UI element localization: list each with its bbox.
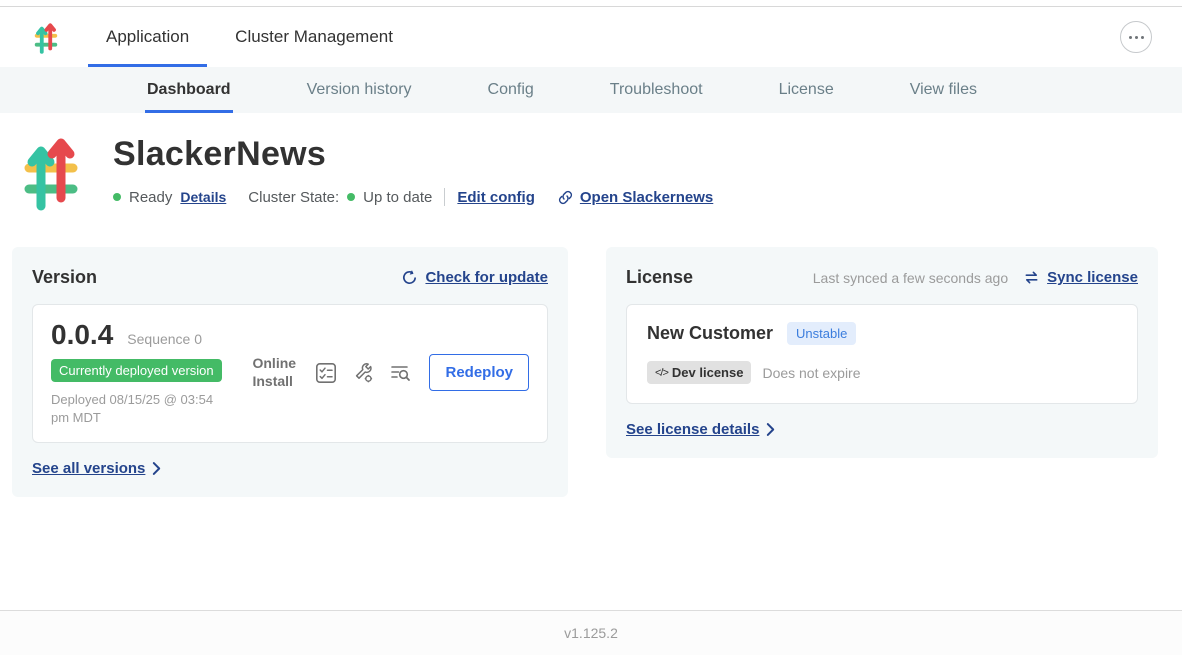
open-app-link-group[interactable]: Open Slackernews: [557, 189, 713, 206]
license-card-title: License: [626, 267, 693, 288]
more-options-button[interactable]: [1120, 21, 1152, 53]
edit-config-link[interactable]: Edit config: [457, 189, 535, 206]
chevron-right-icon: [766, 422, 775, 437]
dot-icon: [1129, 36, 1132, 39]
subnav-item-view-files[interactable]: View files: [908, 67, 979, 113]
see-license-details-group[interactable]: See license details: [626, 421, 1138, 438]
channel-badge: Unstable: [787, 322, 856, 345]
cluster-state-value: Up to date: [363, 189, 432, 206]
version-card-title: Version: [32, 267, 97, 288]
version-actions: Online Install: [252, 354, 529, 391]
status-dot-cluster: [347, 193, 355, 201]
see-all-versions-group[interactable]: See all versions: [32, 460, 548, 477]
deployed-timestamp: Deployed 08/15/25 @ 03:54 pm MDT: [51, 391, 233, 426]
subnav-item-troubleshoot[interactable]: Troubleshoot: [608, 67, 705, 113]
app-logo-large: [22, 133, 80, 211]
view-logs-icon[interactable]: [389, 362, 411, 384]
status-dot-ready: [113, 193, 121, 201]
top-nav-bar: Application Cluster Management: [0, 7, 1182, 67]
deployed-badge: Currently deployed version: [51, 359, 222, 382]
redeploy-button[interactable]: Redeploy: [429, 354, 529, 391]
details-link[interactable]: Details: [180, 189, 226, 205]
dashboard-main: SlackerNews Ready Details Cluster State:…: [0, 113, 1182, 610]
check-update-group[interactable]: Check for update: [401, 269, 548, 286]
license-type-label: Dev license: [672, 365, 744, 380]
chevron-right-icon: [152, 461, 161, 476]
tab-cluster-management[interactable]: Cluster Management: [217, 7, 411, 67]
tab-application[interactable]: Application: [88, 7, 207, 67]
top-nav-tabs: Application Cluster Management: [88, 7, 421, 67]
version-number: 0.0.4: [51, 319, 113, 351]
sync-license-link[interactable]: Sync license: [1047, 269, 1138, 286]
page-title: SlackerNews: [113, 135, 721, 174]
license-type-badge: </> Dev license: [647, 361, 751, 384]
app-header: SlackerNews Ready Details Cluster State:…: [22, 133, 1182, 211]
open-app-link[interactable]: Open Slackernews: [580, 189, 713, 206]
see-all-versions-link[interactable]: See all versions: [32, 460, 145, 477]
divider: [444, 188, 445, 206]
check-for-update-link[interactable]: Check for update: [425, 269, 548, 286]
app-status-text: Ready: [129, 189, 172, 206]
cluster-state-label: Cluster State:: [248, 189, 339, 206]
version-card: Version Check for update 0.0.4 Sequence: [12, 247, 568, 497]
current-version-panel: 0.0.4 Sequence 0 Currently deployed vers…: [32, 304, 548, 443]
license-panel: New Customer Unstable </> Dev license Do…: [626, 304, 1138, 404]
console-footer: v1.125.2: [0, 610, 1182, 655]
subnav-item-config[interactable]: Config: [486, 67, 536, 113]
subnav-item-dashboard[interactable]: Dashboard: [145, 67, 233, 113]
dot-icon: [1141, 36, 1144, 39]
app-logo-icon: [34, 21, 58, 54]
dashboard-cards: Version Check for update 0.0.4 Sequence: [12, 247, 1170, 497]
license-expiration: Does not expire: [762, 365, 860, 381]
version-info: 0.0.4 Sequence 0 Currently deployed vers…: [51, 319, 233, 426]
install-type-label: Online Install: [252, 355, 300, 390]
customer-name: New Customer: [647, 323, 773, 344]
refresh-icon: [401, 269, 418, 286]
subnav-item-license[interactable]: License: [777, 67, 836, 113]
config-wrench-icon[interactable]: [352, 362, 374, 384]
sync-icon: [1023, 269, 1040, 286]
link-icon: [557, 189, 574, 206]
dot-icon: [1135, 36, 1138, 39]
preflight-checks-icon[interactable]: [315, 362, 337, 384]
last-synced-text: Last synced a few seconds ago: [813, 270, 1008, 286]
see-license-details-link[interactable]: See license details: [626, 421, 759, 438]
sequence-label: Sequence 0: [127, 331, 202, 347]
subnav-item-version-history[interactable]: Version history: [305, 67, 414, 113]
code-icon: </>: [655, 367, 668, 379]
app-sub-nav: Dashboard Version history Config Trouble…: [0, 67, 1182, 113]
license-card: License Last synced a few seconds ago Sy…: [606, 247, 1158, 458]
console-version: v1.125.2: [564, 625, 618, 641]
app-status-row: Ready Details Cluster State: Up to date …: [113, 188, 721, 206]
admin-console-page: Application Cluster Management Dashboard…: [0, 6, 1182, 655]
